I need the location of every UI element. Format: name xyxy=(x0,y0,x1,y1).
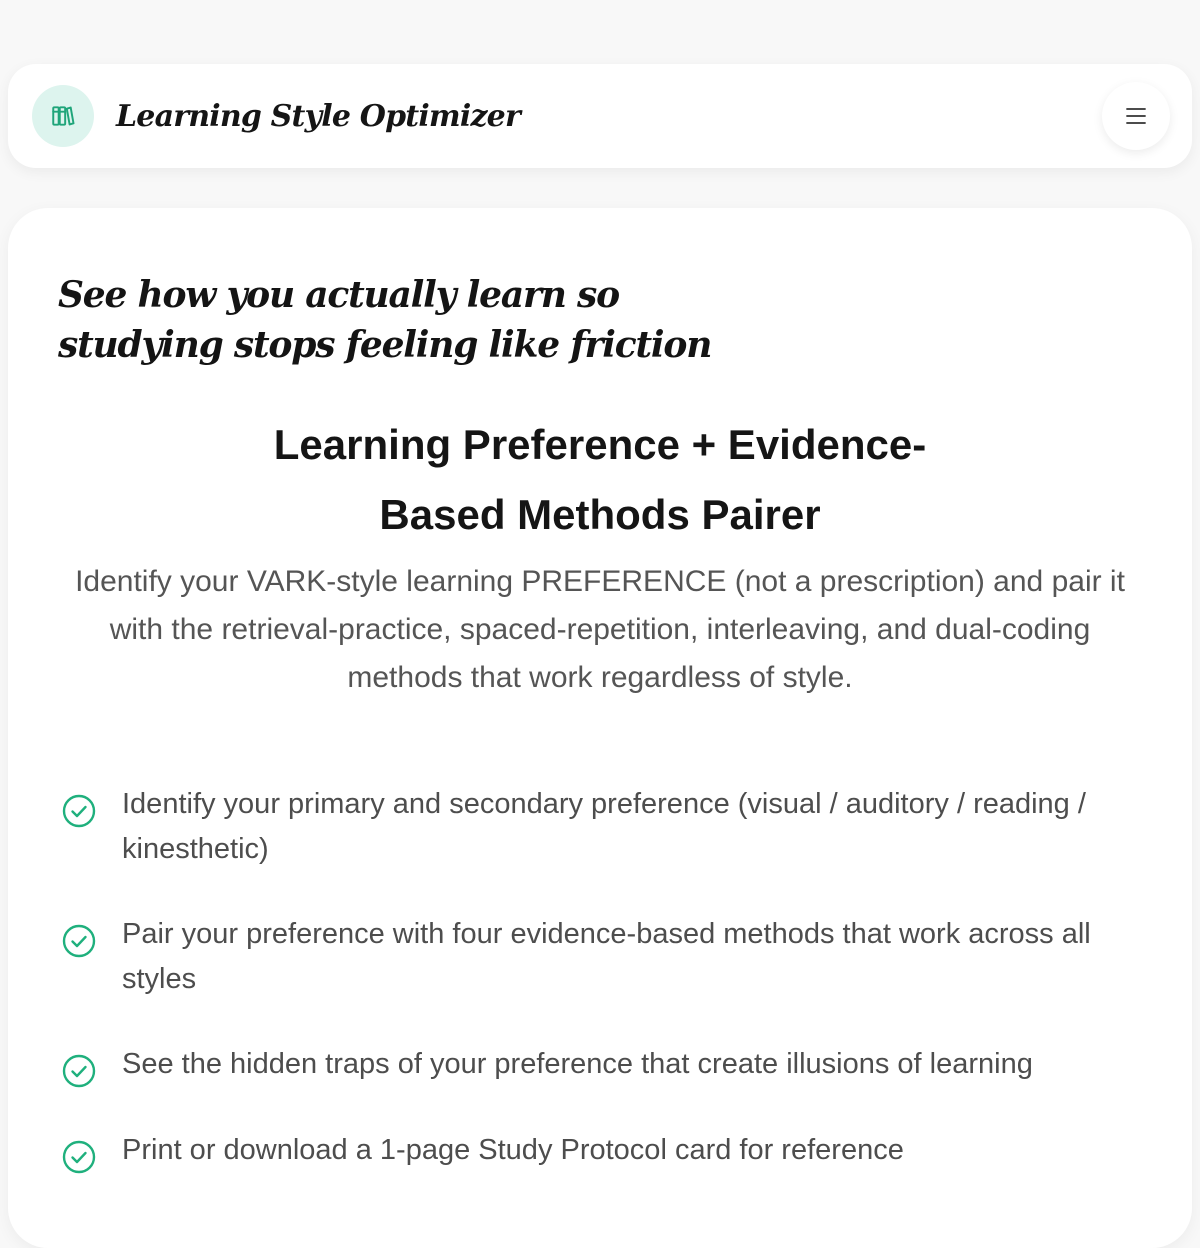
hamburger-menu-icon xyxy=(1126,108,1146,124)
check-circle-icon xyxy=(62,1054,96,1088)
check-circle-icon xyxy=(62,1140,96,1174)
app-header: Learning Style Optimizer xyxy=(8,64,1192,168)
app-title[interactable]: Learning Style Optimizer xyxy=(116,99,521,134)
hero-heading-line2: studying stops feeling like friction xyxy=(58,324,712,366)
menu-button[interactable] xyxy=(1102,82,1170,150)
feature-item: Print or download a 1-page Study Protoco… xyxy=(62,1128,1142,1174)
tool-title: Learning Preference + Evidence-Based Met… xyxy=(273,421,927,538)
logo[interactable] xyxy=(32,85,94,147)
check-circle-icon xyxy=(62,794,96,828)
feature-text: Print or download a 1-page Study Protoco… xyxy=(122,1134,904,1166)
feature-item: Identify your primary and secondary pref… xyxy=(62,782,1142,872)
feature-text: Identify your primary and secondary pref… xyxy=(122,788,1086,865)
books-icon xyxy=(52,106,75,126)
feature-list: Identify your primary and secondary pref… xyxy=(58,782,1142,1174)
feature-text: See the hidden traps of your preference … xyxy=(122,1048,1033,1080)
hero-heading: See how you actually learn so studying s… xyxy=(58,270,738,370)
main-card: See how you actually learn so studying s… xyxy=(8,208,1192,1248)
feature-text: Pair your preference with four evidence-… xyxy=(122,918,1091,995)
feature-item: See the hidden traps of your preference … xyxy=(62,1042,1142,1088)
check-circle-icon xyxy=(62,924,96,958)
hero-heading-line1: See how you actually learn so xyxy=(58,274,620,316)
tool-description: Identify your VARK-style learning PREFER… xyxy=(75,565,1125,694)
feature-item: Pair your preference with four evidence-… xyxy=(62,912,1142,1002)
